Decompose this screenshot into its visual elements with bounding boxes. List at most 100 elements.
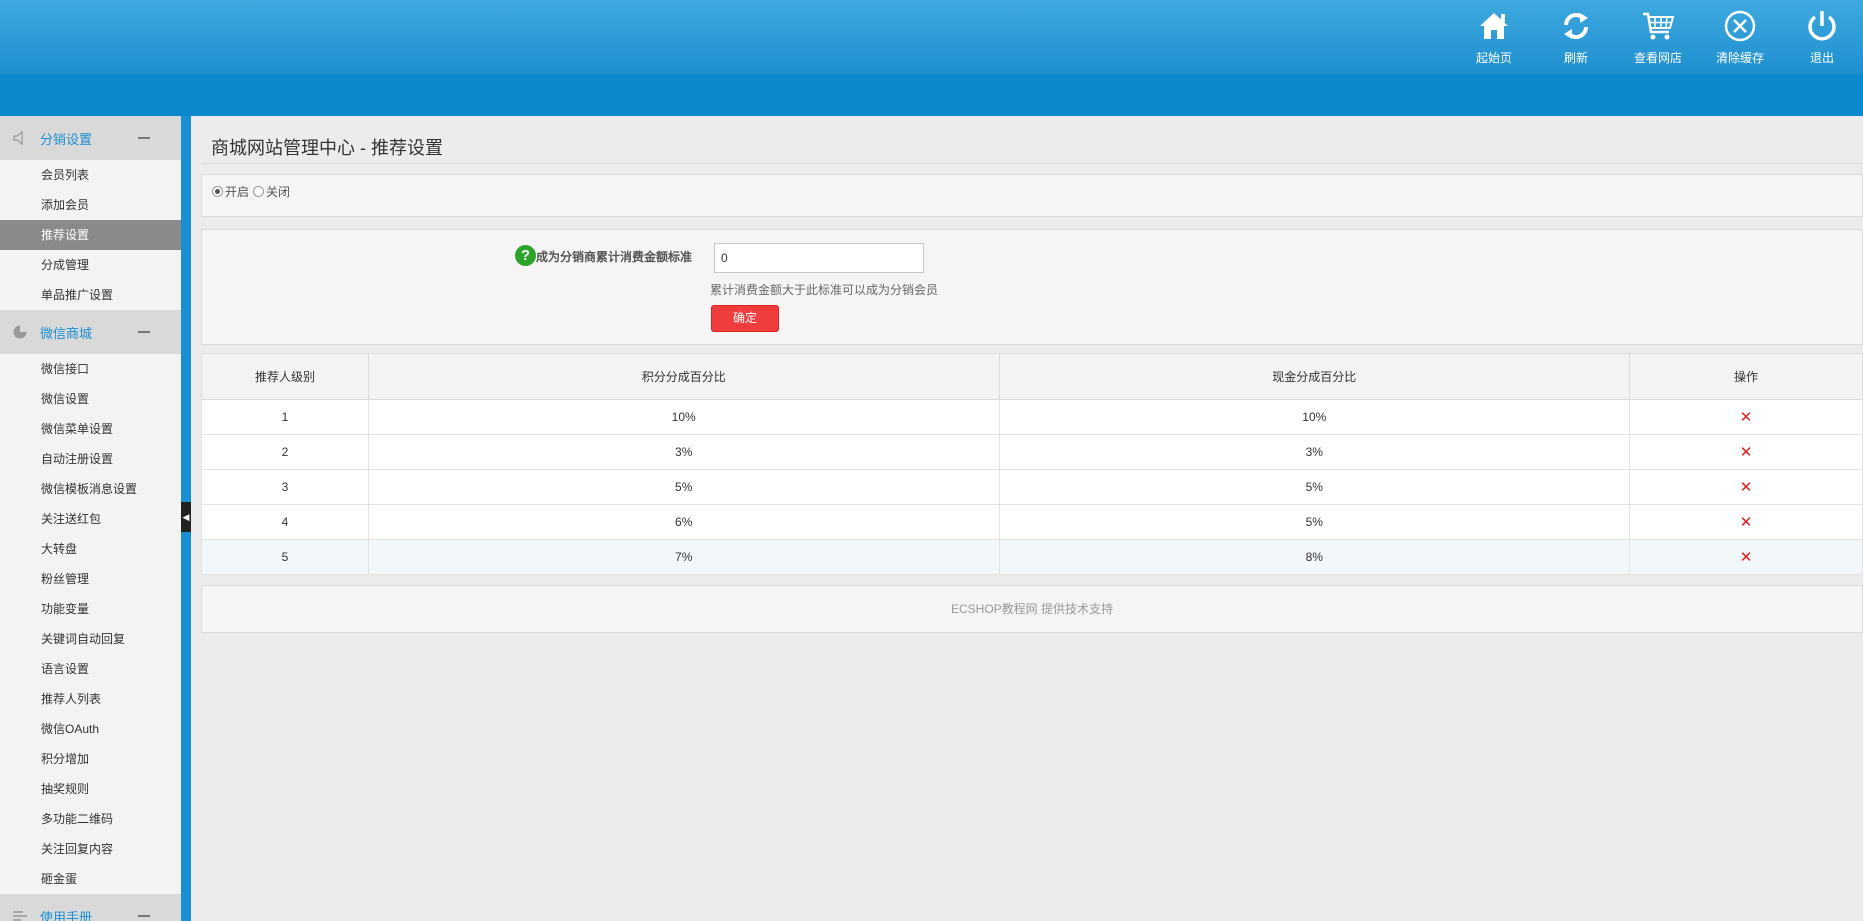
- delete-icon[interactable]: ✕: [1740, 409, 1753, 426]
- delete-icon[interactable]: ✕: [1740, 549, 1753, 566]
- table-row: 5 7% 8% ✕: [201, 539, 1863, 575]
- collapse-minus-icon[interactable]: [138, 331, 150, 333]
- sidebar-item-referral-settings[interactable]: 推荐设置: [0, 220, 181, 250]
- home-button[interactable]: 起始页: [1453, 6, 1535, 68]
- table-row: 4 6% 5% ✕: [201, 504, 1863, 540]
- home-label: 起始页: [1475, 51, 1512, 65]
- sidebar-item-function-variables[interactable]: 功能变量: [0, 594, 181, 624]
- column-header-cash-percent: 现金分成百分比: [998, 353, 1631, 400]
- cell-actions: ✕: [1629, 504, 1863, 540]
- sidebar-section-title: 微信商城: [40, 325, 93, 341]
- cell-actions: ✕: [1629, 539, 1863, 575]
- threshold-input[interactable]: [714, 243, 924, 273]
- delete-icon[interactable]: ✕: [1740, 479, 1753, 496]
- power-icon: [1808, 11, 1836, 41]
- sidebar-item-referrer-list[interactable]: 推荐人列表: [0, 684, 181, 714]
- logout-button[interactable]: 退出: [1781, 6, 1863, 68]
- sidebar-item-points-increase[interactable]: 积分增加: [0, 744, 181, 774]
- sidebar-section-title: 使用手册: [40, 909, 93, 921]
- help-icon[interactable]: ?: [515, 245, 536, 266]
- cell-points-percent[interactable]: 10%: [367, 399, 1000, 435]
- sidebar-collapse-handle[interactable]: ◀: [181, 502, 191, 532]
- disable-radio-label[interactable]: 关闭: [266, 183, 290, 200]
- sidebar-item-wechat-settings[interactable]: 微信设置: [0, 384, 181, 414]
- cell-cash-percent[interactable]: 3%: [998, 434, 1631, 470]
- sidebar-item-big-wheel[interactable]: 大转盘: [0, 534, 181, 564]
- top-nav: 起始页 刷新 查看网店 清除缓存 退出: [1453, 6, 1863, 68]
- collapse-minus-icon[interactable]: [138, 915, 150, 917]
- delete-icon[interactable]: ✕: [1740, 444, 1753, 461]
- delete-icon[interactable]: ✕: [1740, 514, 1753, 531]
- column-header-level: 推荐人级别: [201, 353, 369, 400]
- table-row: 3 5% 5% ✕: [201, 469, 1863, 505]
- sidebar-item-golden-egg[interactable]: 砸金蛋: [0, 864, 181, 894]
- view-store-label: 查看网店: [1633, 51, 1682, 65]
- refresh-button[interactable]: 刷新: [1535, 6, 1617, 68]
- cell-points-percent[interactable]: 5%: [367, 469, 1000, 505]
- collapse-minus-icon[interactable]: [138, 137, 150, 139]
- cell-points-percent[interactable]: 3%: [367, 434, 1000, 470]
- cell-points-percent[interactable]: 7%: [367, 539, 1000, 575]
- cell-level: 3: [201, 469, 369, 505]
- cell-level: 5: [201, 539, 369, 575]
- page-title: 商城网站管理中心 - 推荐设置: [211, 138, 443, 158]
- sidebar-item-language[interactable]: 语言设置: [0, 654, 181, 684]
- sub-header-bar: [0, 74, 1863, 116]
- sidebar-item-wechat-menu[interactable]: 微信菜单设置: [0, 414, 181, 444]
- enable-radio-group: 开启 关闭: [212, 183, 290, 200]
- table-header-row: 推荐人级别 积分分成百分比 现金分成百分比 操作: [201, 353, 1863, 400]
- sidebar-item-fans-management[interactable]: 粉丝管理: [0, 564, 181, 594]
- clear-cache-icon: [1724, 10, 1756, 42]
- column-header-points-percent: 积分分成百分比: [367, 353, 1000, 400]
- sidebar-item-wechat-api[interactable]: 微信接口: [0, 354, 181, 384]
- enable-radio[interactable]: [212, 186, 223, 197]
- sidebar-section-title: 分销设置: [40, 131, 93, 147]
- threshold-hint: 累计消费金额大于此标准可以成为分销会员: [710, 283, 939, 297]
- sidebar-item-multi-qrcode[interactable]: 多功能二维码: [0, 804, 181, 834]
- sidebar-item-wechat-oauth[interactable]: 微信OAuth: [0, 714, 181, 744]
- refresh-icon: [1564, 13, 1588, 39]
- footer-credit: ECSHOP教程网 提供技术支持: [201, 585, 1863, 633]
- cell-level: 4: [201, 504, 369, 540]
- table-row: 2 3% 3% ✕: [201, 434, 1863, 470]
- sidebar-item-template-message[interactable]: 微信模板消息设置: [0, 474, 181, 504]
- sidebar-item-auto-register[interactable]: 自动注册设置: [0, 444, 181, 474]
- sidebar-section-wechat-mall[interactable]: 微信商城: [0, 310, 181, 354]
- view-store-button[interactable]: 查看网店: [1617, 6, 1699, 68]
- title-divider: [201, 163, 1863, 164]
- sidebar-item-follow-reply[interactable]: 关注回复内容: [0, 834, 181, 864]
- sidebar-section-distribution[interactable]: 分销设置: [0, 116, 181, 160]
- table-row: 1 10% 10% ✕: [201, 399, 1863, 435]
- cell-cash-percent[interactable]: 5%: [998, 469, 1631, 505]
- cell-actions: ✕: [1629, 434, 1863, 470]
- clear-cache-button[interactable]: 清除缓存: [1699, 6, 1781, 68]
- collapse-arrow-icon: ◀: [182, 511, 190, 522]
- cell-actions: ✕: [1629, 469, 1863, 505]
- sidebar-item-commission-management[interactable]: 分成管理: [0, 250, 181, 280]
- sidebar-item-follow-red-packet[interactable]: 关注送红包: [0, 504, 181, 534]
- sidebar-item-lottery-rules[interactable]: 抽奖规则: [0, 774, 181, 804]
- pie-chart-icon: [13, 325, 27, 339]
- confirm-button[interactable]: 确定: [711, 305, 779, 332]
- sidebar-item-product-promotion[interactable]: 单品推广设置: [0, 280, 181, 310]
- cart-icon: [1643, 12, 1675, 40]
- threshold-label: 成为分销商累计消费金额标准: [536, 250, 693, 264]
- sidebar-item-add-member[interactable]: 添加会员: [0, 190, 181, 220]
- cell-points-percent[interactable]: 6%: [367, 504, 1000, 540]
- cell-actions: ✕: [1629, 399, 1863, 435]
- clear-cache-label: 清除缓存: [1715, 51, 1764, 65]
- cell-level: 2: [201, 434, 369, 470]
- refresh-label: 刷新: [1563, 51, 1588, 65]
- commission-table: 推荐人级别 积分分成百分比 现金分成百分比 操作 1 10% 10% ✕ 2 3…: [201, 353, 1863, 575]
- list-icon: [13, 911, 27, 921]
- disable-radio[interactable]: [253, 186, 265, 197]
- cell-cash-percent[interactable]: 5%: [998, 504, 1631, 540]
- sidebar-section-manual[interactable]: 使用手册: [0, 894, 181, 921]
- sidebar-item-member-list[interactable]: 会员列表: [0, 160, 181, 190]
- sidebar-item-keyword-reply[interactable]: 关键词自动回复: [0, 624, 181, 654]
- main-content: 商城网站管理中心 - 推荐设置 开启 关闭 ? 成为分销商累计消费金额标准 累计…: [191, 116, 1863, 921]
- cell-cash-percent[interactable]: 8%: [998, 539, 1631, 575]
- cell-cash-percent[interactable]: 10%: [998, 399, 1631, 435]
- home-icon: [1480, 13, 1508, 39]
- enable-radio-label[interactable]: 开启: [225, 183, 249, 200]
